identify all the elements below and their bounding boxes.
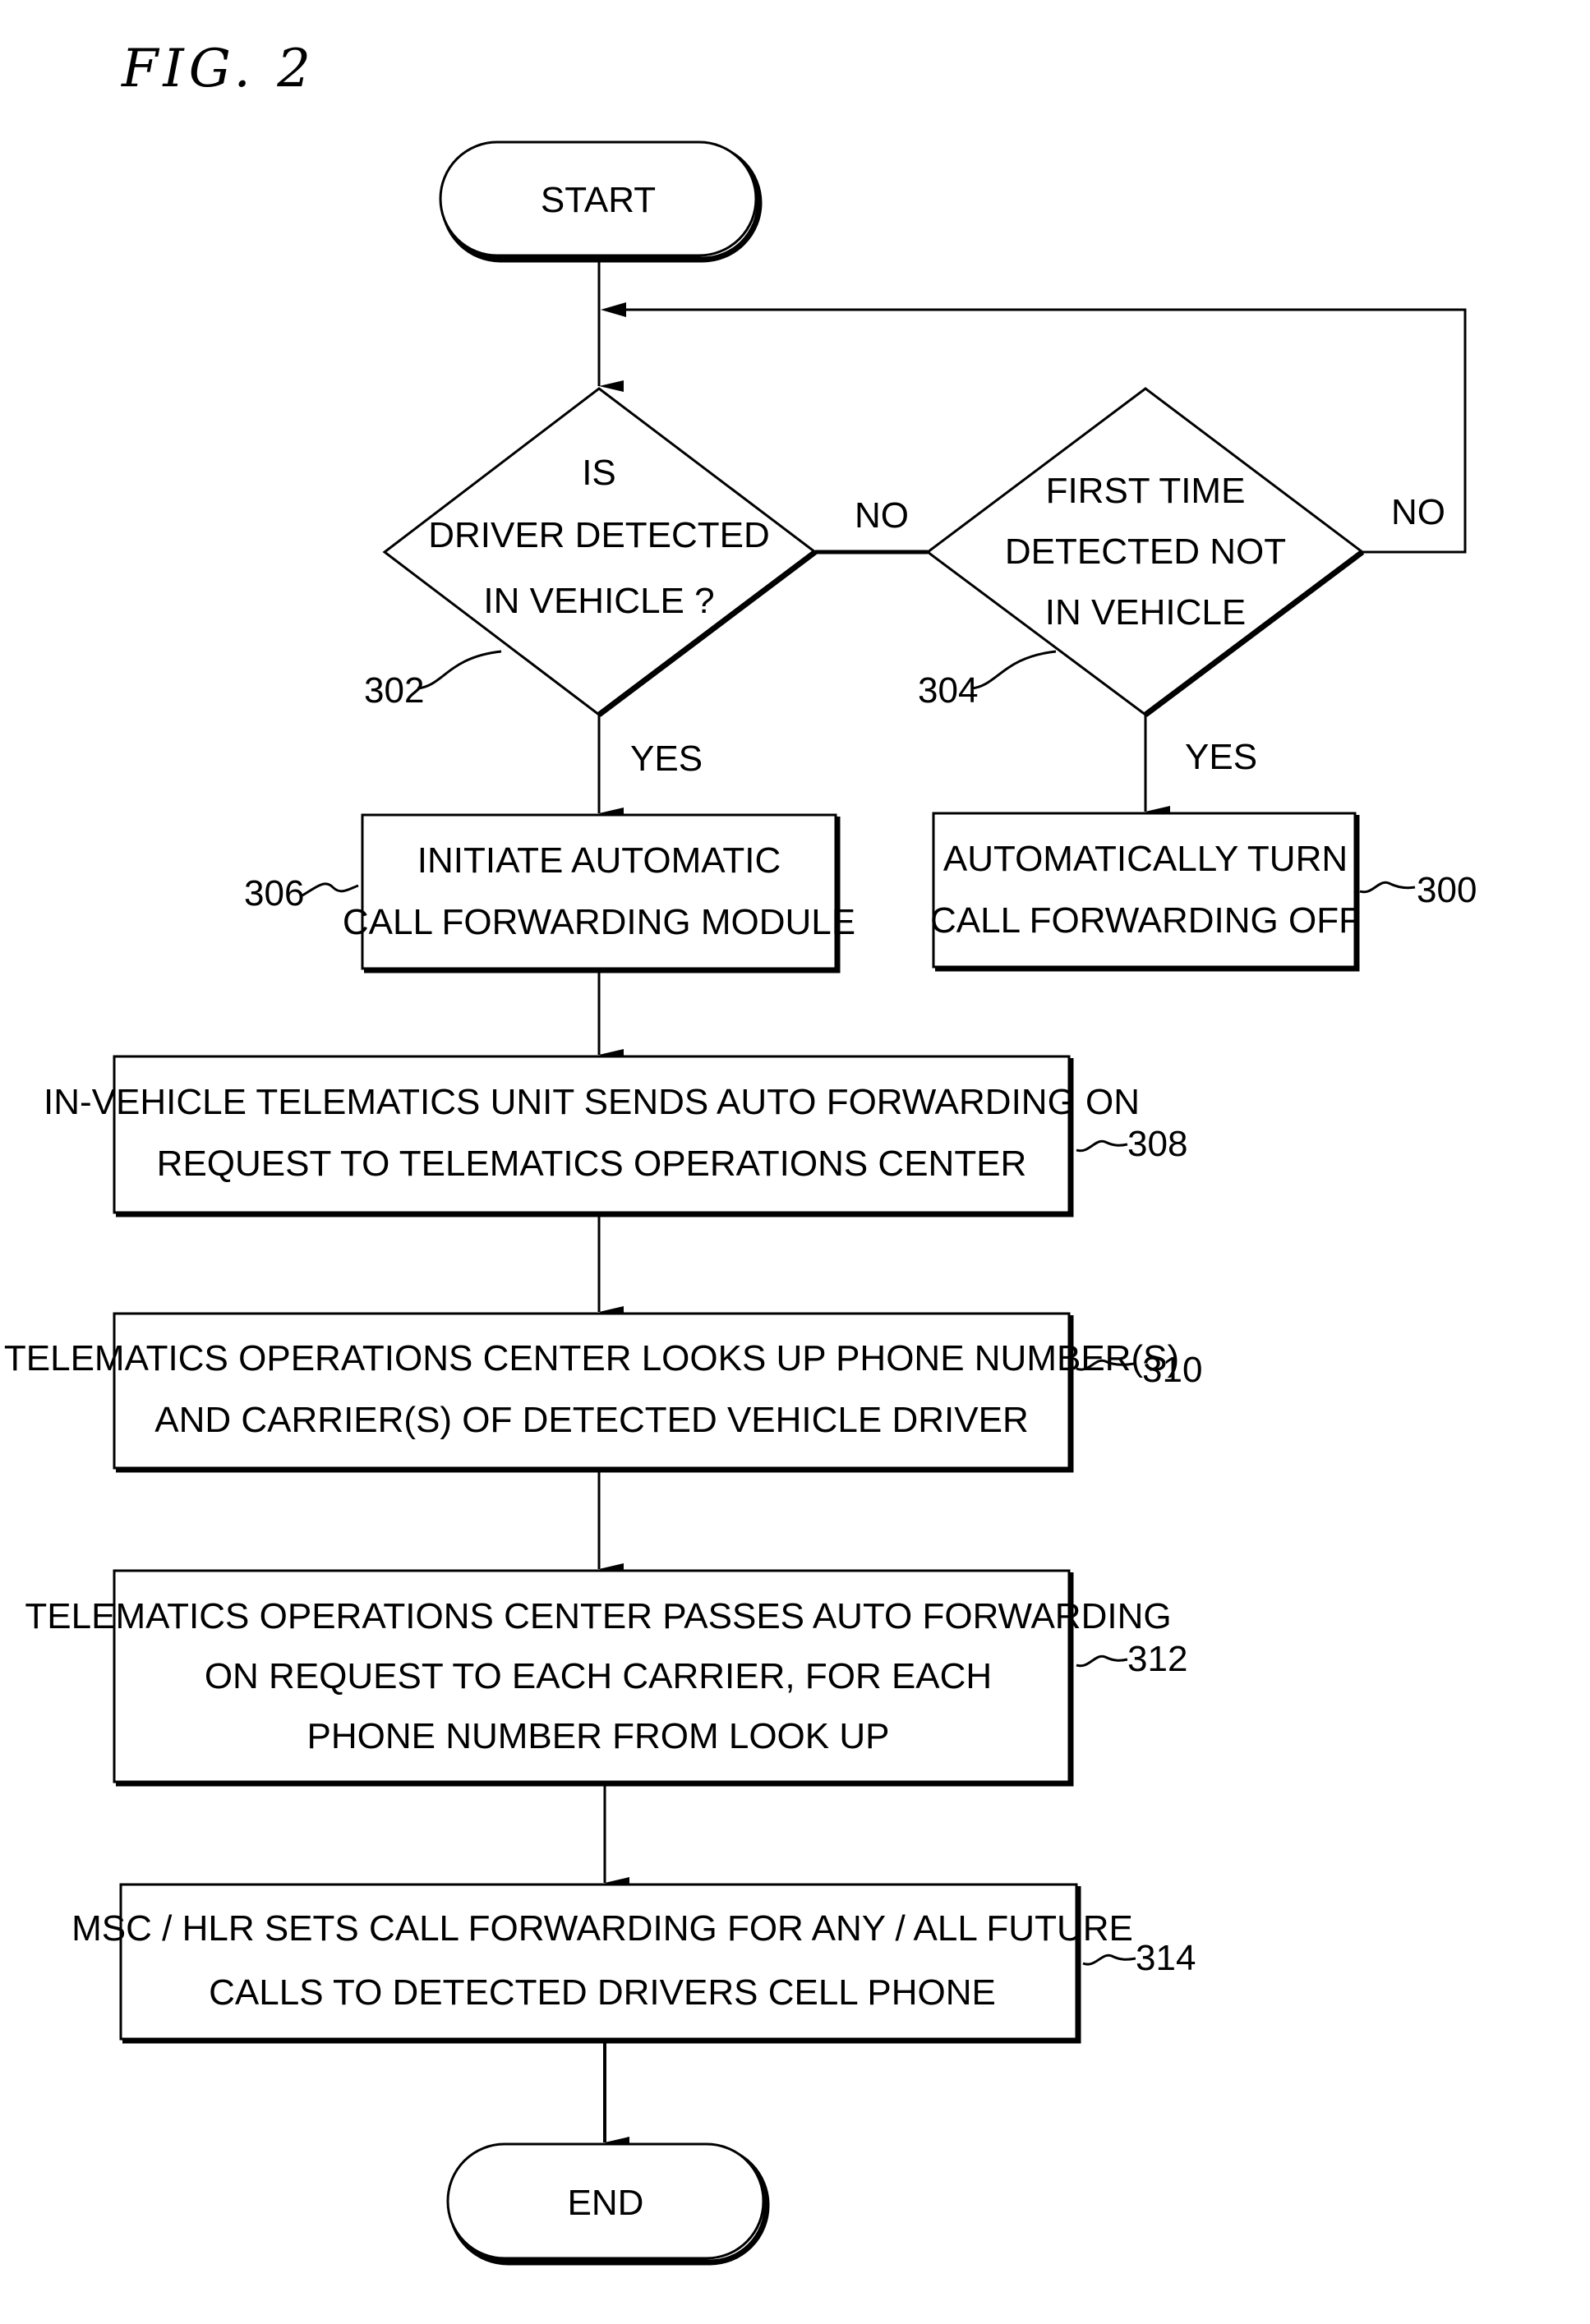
ref-312-leader — [1076, 1654, 1128, 1668]
process-300: AUTOMATICALLY TURN CALL FORWARDING OFF — [930, 812, 1361, 972]
ref-306-leader — [302, 882, 359, 897]
decision-302-line-3: IN VEHICLE ? — [483, 581, 714, 621]
figure-title: FIG. 2 — [121, 39, 316, 99]
process-300-line-2: CALL FORWARDING OFF — [930, 900, 1361, 941]
ref-302-label: 302 — [364, 670, 424, 711]
ref-308: 308 — [1076, 1124, 1187, 1164]
end-label: END — [568, 2183, 644, 2223]
ref-300-leader — [1359, 881, 1416, 894]
start-label: START — [541, 180, 656, 220]
ref-308-label: 308 — [1127, 1124, 1187, 1164]
process-308: IN-VEHICLE TELEMATICS UNIT SENDS AUTO FO… — [44, 1055, 1140, 1217]
process-310-line-1: TELEMATICS OPERATIONS CENTER LOOKS UP PH… — [4, 1338, 1179, 1378]
loop-arrowhead-icon — [601, 302, 626, 317]
decision-302-line-2: DRIVER DETECTED — [428, 515, 770, 555]
decision-304-line-3: IN VEHICLE — [1045, 592, 1247, 633]
decision-304-line-1: FIRST TIME — [1046, 471, 1246, 511]
process-308-line-2: REQUEST TO TELEMATICS OPERATIONS CENTER — [157, 1144, 1027, 1184]
ref-300: 300 — [1359, 870, 1477, 910]
ref-304-label: 304 — [918, 670, 978, 711]
process-300-line-1: AUTOMATICALLY TURN — [943, 839, 1348, 879]
process-314-line-2: CALLS TO DETECTED DRIVERS CELL PHONE — [209, 1972, 996, 2013]
edge-302-yes-label: YES — [630, 739, 703, 779]
edge-304-no-label: NO — [1391, 492, 1445, 532]
process-312-line-2: ON REQUEST TO EACH CARRIER, FOR EACH — [205, 1656, 992, 1696]
ref-306-label: 306 — [244, 873, 304, 913]
decision-302-line-1: IS — [582, 453, 616, 493]
ref-312: 312 — [1076, 1639, 1187, 1679]
ref-312-label: 312 — [1127, 1639, 1187, 1679]
ref-304-leader — [970, 650, 1057, 690]
ref-300-label: 300 — [1417, 870, 1477, 910]
ref-302-leader — [417, 650, 502, 690]
ref-310-label: 310 — [1142, 1350, 1202, 1390]
process-310-line-2: AND CARRIER(S) OF DETECTED VEHICLE DRIVE… — [154, 1400, 1028, 1440]
decision-302: IS DRIVER DETECTED IN VEHICLE ? — [382, 387, 818, 717]
ref-308-leader — [1076, 1139, 1128, 1153]
process-312-line-3: PHONE NUMBER FROM LOOK UP — [307, 1716, 890, 1756]
ref-302: 302 — [364, 650, 502, 711]
end-terminal: END — [446, 2142, 770, 2266]
process-306: INITIATE AUTOMATIC CALL FORWARDING MODUL… — [343, 813, 855, 973]
process-312: TELEMATICS OPERATIONS CENTER PASSES AUTO… — [25, 1569, 1172, 1787]
process-314-line-1: MSC / HLR SETS CALL FORWARDING FOR ANY /… — [71, 1908, 1133, 1949]
ref-306: 306 — [244, 873, 359, 913]
ref-314-label: 314 — [1136, 1938, 1196, 1978]
ref-304: 304 — [918, 650, 1057, 711]
process-312-line-1: TELEMATICS OPERATIONS CENTER PASSES AUTO… — [25, 1596, 1171, 1636]
process-308-line-1: IN-VEHICLE TELEMATICS UNIT SENDS AUTO FO… — [44, 1082, 1140, 1122]
flowchart: FIG. 2 START IS DRIVER DETECTED IN VEHIC… — [4, 39, 1477, 2266]
decision-304: FIRST TIME DETECTED NOT IN VEHICLE — [925, 387, 1365, 717]
start-terminal: START — [439, 140, 763, 263]
decision-304-line-2: DETECTED NOT — [1005, 532, 1286, 572]
ref-314-leader — [1082, 1954, 1136, 1966]
process-314: MSC / HLR SETS CALL FORWARDING FOR ANY /… — [71, 1883, 1133, 2044]
process-306-line-1: INITIATE AUTOMATIC — [417, 840, 781, 881]
edge-304-yes-label: YES — [1185, 737, 1257, 777]
process-306-line-2: CALL FORWARDING MODULE — [343, 902, 855, 942]
process-310: TELEMATICS OPERATIONS CENTER LOOKS UP PH… — [4, 1312, 1179, 1473]
edge-302-no-label: NO — [855, 495, 909, 536]
